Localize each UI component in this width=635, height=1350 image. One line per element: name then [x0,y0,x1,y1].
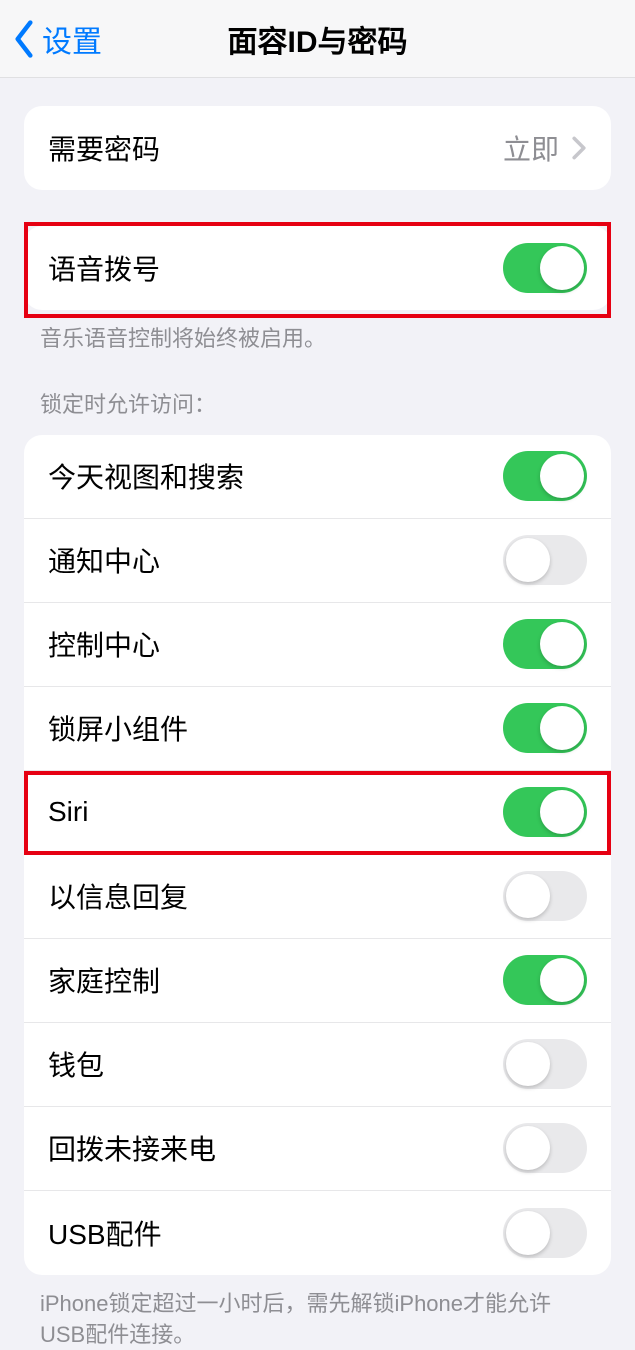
lock-access-label: USB配件 [48,1213,503,1253]
back-label: 设置 [42,17,102,61]
lock-access-row: 回拨未接来电 [24,1107,611,1191]
voice-dial-group: 语音拨号 [24,226,611,310]
back-button[interactable]: 设置 [0,17,102,61]
lock-access-row: 控制中心 [24,603,611,687]
nav-bar: 设置 面容ID与密码 [0,0,635,78]
chevron-left-icon [10,20,38,58]
lock-access-toggle[interactable] [503,535,587,585]
require-passcode-label: 需要密码 [48,128,503,168]
lock-access-toggle[interactable] [503,871,587,921]
chevron-right-icon [571,136,587,160]
lock-access-group: 今天视图和搜索通知中心控制中心锁屏小组件 Siri 以信息回复家庭控制钱包回拨未接来… [24,435,611,1275]
lock-access-row: 钱包 [24,1023,611,1107]
require-passcode-value: 立即 [503,128,559,168]
lock-access-label: Siri [48,796,503,828]
lock-access-label: 家庭控制 [48,960,503,1000]
lock-access-label: 锁屏小组件 [48,708,503,748]
lock-access-label: 控制中心 [48,624,503,664]
lock-access-toggle[interactable] [503,1039,587,1089]
lock-access-row: 家庭控制 [24,939,611,1023]
lock-access-row: 以信息回复 [24,855,611,939]
lock-access-label: 钱包 [48,1044,503,1084]
lock-access-toggle[interactable] [503,619,587,669]
voice-dial-footer: 音乐语音控制将始终被启用。 [0,310,635,355]
lock-access-toggle[interactable] [503,1123,587,1173]
voice-dial-toggle[interactable] [503,243,587,293]
lock-access-row: USB配件 [24,1191,611,1275]
lock-access-label: 以信息回复 [48,876,503,916]
lock-access-toggle[interactable] [503,703,587,753]
lock-access-toggle[interactable] [503,1208,587,1258]
voice-dial-row: 语音拨号 [24,226,611,310]
lock-access-row: 锁屏小组件 [24,687,611,771]
require-passcode-row[interactable]: 需要密码 立即 [24,106,611,190]
lock-access-row: 今天视图和搜索 [24,435,611,519]
lock-access-row: Siri [24,771,611,855]
lock-access-header: 锁定时允许访问： [0,355,635,427]
lock-access-label: 回拨未接来电 [48,1128,503,1168]
lock-access-toggle[interactable] [503,451,587,501]
lock-access-toggle[interactable] [503,787,587,837]
lock-access-footer: iPhone锁定超过一小时后，需先解锁iPhone才能允许USB配件连接。 [0,1275,635,1350]
voice-dial-label: 语音拨号 [48,248,503,288]
lock-access-label: 今天视图和搜索 [48,456,503,496]
lock-access-toggle[interactable] [503,955,587,1005]
lock-access-label: 通知中心 [48,540,503,580]
passcode-group: 需要密码 立即 [24,106,611,190]
lock-access-row: 通知中心 [24,519,611,603]
